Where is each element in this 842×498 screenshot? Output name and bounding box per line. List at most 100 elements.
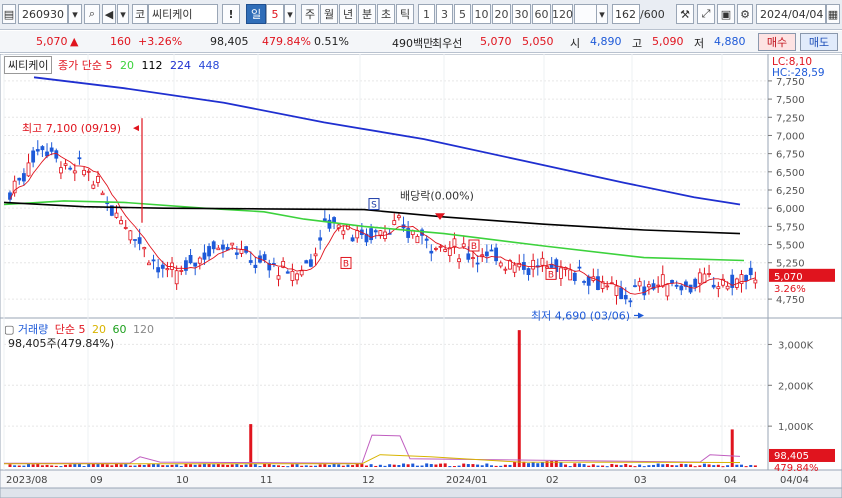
split-marker-label: S xyxy=(371,201,377,211)
candle-body xyxy=(21,173,26,182)
stock-code-input[interactable]: 260930 xyxy=(18,4,68,24)
candle-body xyxy=(253,264,258,268)
sell-button[interactable]: 매도 xyxy=(800,33,838,51)
candle-body xyxy=(216,247,221,251)
display-count-input[interactable]: 162 xyxy=(612,4,640,24)
candle-body xyxy=(82,169,86,176)
minute-option[interactable]: 120 xyxy=(552,4,573,24)
legend-ma20: 20 xyxy=(119,59,134,72)
chevron-down-icon[interactable]: ▾ xyxy=(284,4,296,24)
volume-bar xyxy=(175,464,179,467)
price-tick-label: 5,250 xyxy=(776,259,805,270)
candle-body xyxy=(498,262,503,267)
high-price: 5,090 xyxy=(652,35,684,48)
candle-body xyxy=(63,163,68,166)
candle-body xyxy=(471,257,475,260)
tab-minute[interactable]: 분 xyxy=(358,4,376,24)
volume-bar xyxy=(689,464,693,467)
tab-weekly[interactable]: 주 xyxy=(301,4,319,24)
minute-option[interactable]: 60 xyxy=(532,4,551,24)
minute-option[interactable]: 30 xyxy=(512,4,531,24)
candle-body xyxy=(623,295,628,300)
candle-body xyxy=(577,266,582,269)
tab-monthly[interactable]: 월 xyxy=(320,4,338,24)
speaker-icon[interactable]: ◀ xyxy=(102,4,116,24)
candle-body xyxy=(91,184,96,189)
volume-current-label: 98,405주(479.84%) xyxy=(8,337,115,350)
date-input[interactable]: 2024/04/04 xyxy=(756,4,826,24)
candle-body xyxy=(596,276,600,290)
tab-tick[interactable]: 틱 xyxy=(396,4,414,24)
volume-bar xyxy=(429,464,433,467)
minute-option[interactable]: 10 xyxy=(472,4,491,24)
chevron-down-icon[interactable]: ▾ xyxy=(117,4,129,24)
save-icon[interactable]: ▣ xyxy=(717,4,735,24)
volume-bar xyxy=(462,463,466,467)
volume-bar xyxy=(91,463,95,467)
gear-icon[interactable]: ⚙ xyxy=(737,4,753,24)
candle-body xyxy=(582,281,586,283)
volume-bar xyxy=(156,464,160,467)
candle-body xyxy=(429,250,434,254)
calendar-icon[interactable]: ▦ xyxy=(826,4,840,24)
price-tick-label: 5,500 xyxy=(776,241,805,252)
candle-body xyxy=(31,150,36,163)
candle-body xyxy=(392,220,397,225)
minute-option[interactable]: 20 xyxy=(492,4,511,24)
candle-body xyxy=(396,215,401,219)
minute-option[interactable]: 1 xyxy=(418,4,435,24)
buy-button[interactable]: 매수 xyxy=(758,33,796,51)
volume-bar xyxy=(605,466,609,468)
volume-bar xyxy=(397,465,401,467)
menu-icon[interactable]: ▤ xyxy=(2,4,16,24)
candle-body xyxy=(744,274,749,282)
candle-body xyxy=(239,249,244,254)
up-arrow-icon: ▲ xyxy=(70,35,79,48)
candle-body xyxy=(197,257,202,264)
tab-yearly[interactable]: 년 xyxy=(339,4,357,24)
volume-bar xyxy=(670,465,674,467)
candle-body xyxy=(619,287,624,300)
candle-body xyxy=(299,270,304,276)
volume-bar xyxy=(300,465,304,467)
toolbar: ▤ 260930 ▾ ⌕ ◀ ▾ 코 씨티케이 ! 일 5 ▾ 주 월 년 분 … xyxy=(0,0,842,30)
draw-tool-icon[interactable]: ⤢ xyxy=(697,4,715,24)
volume-bar xyxy=(388,464,392,467)
chevron-down-icon[interactable]: ▾ xyxy=(68,4,82,24)
volume-bar xyxy=(128,465,132,467)
volume-bar xyxy=(559,462,563,467)
stock-name-field[interactable]: 씨티케이 xyxy=(148,4,218,24)
candle-body xyxy=(119,220,124,225)
candle-body xyxy=(318,237,323,241)
volume-bar xyxy=(77,463,81,467)
period-daily-button[interactable]: 일 xyxy=(246,4,266,24)
tab-second[interactable]: 초 xyxy=(377,4,395,24)
volume-bar xyxy=(661,464,665,467)
candle-body xyxy=(693,278,698,288)
display-count-max: /600 xyxy=(640,7,665,21)
volume-bar xyxy=(138,464,142,467)
volume-bar xyxy=(22,465,26,467)
scrollbar[interactable] xyxy=(0,487,842,498)
volume-bar xyxy=(27,463,31,467)
price-tick-label: 6,750 xyxy=(776,150,805,161)
price-tick-label: 7,000 xyxy=(776,131,805,142)
best-quote-label: 최우선 xyxy=(432,37,463,50)
chart-type-icon[interactable]: ⚒ xyxy=(676,4,694,24)
alert-button[interactable]: ! xyxy=(222,4,240,24)
volume-bar xyxy=(327,465,331,467)
volume-bar xyxy=(226,464,230,467)
chevron-down-icon[interactable]: ▾ xyxy=(596,4,608,24)
volume-bar xyxy=(59,466,63,468)
volume-bar xyxy=(64,464,68,467)
minute-option[interactable]: 3 xyxy=(436,4,453,24)
volume-bar xyxy=(68,464,72,467)
minute-option[interactable]: 5 xyxy=(454,4,471,24)
volume-bar xyxy=(244,464,248,467)
volume-bar xyxy=(189,464,193,467)
volume-bar xyxy=(679,463,683,467)
volume-bar xyxy=(402,463,406,467)
price-volume-chart[interactable]: 7,7507,5007,2507,0006,7506,5006,2506,000… xyxy=(0,54,842,498)
period-number[interactable]: 5 xyxy=(266,4,284,24)
search-icon[interactable]: ⌕ xyxy=(84,4,100,24)
